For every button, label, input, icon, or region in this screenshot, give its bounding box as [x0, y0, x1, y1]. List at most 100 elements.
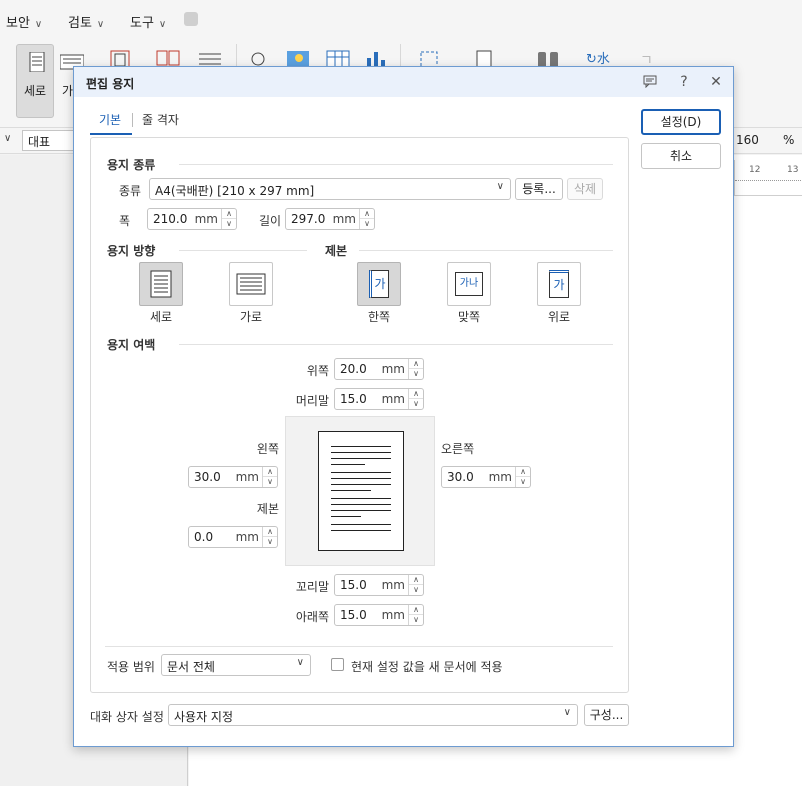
margin-top-value: 20.0: [340, 362, 367, 376]
paper-preview-icon: [318, 431, 404, 551]
spin-up-icon[interactable]: ∧: [409, 359, 423, 369]
spin-up-icon[interactable]: ∧: [222, 209, 236, 219]
comment-icon[interactable]: [640, 72, 660, 92]
apply-to-new-doc-label: 현재 설정 값을 새 문서에 적용: [351, 660, 503, 674]
portrait-page-icon: [150, 270, 172, 298]
text-line: [331, 498, 391, 499]
ribbon-portrait-label: 세로: [24, 84, 47, 98]
spin-down-icon[interactable]: ∨: [409, 399, 423, 409]
tab-basic[interactable]: 기본: [99, 111, 121, 128]
spin-down-icon[interactable]: ∨: [409, 369, 423, 379]
spin-down-icon[interactable]: ∨: [263, 537, 277, 547]
apply-to-new-doc-checkbox[interactable]: [331, 658, 344, 671]
apply-range-value: 문서 전체: [167, 660, 215, 674]
binding-top-icon: 가: [549, 270, 569, 298]
apply-range-select[interactable]: 문서 전체 ∨: [161, 654, 311, 676]
menu-security[interactable]: 보안 ∨: [6, 12, 42, 31]
spin-up-icon[interactable]: ∧: [263, 527, 277, 537]
style-select[interactable]: 대표: [22, 130, 78, 151]
binding-top-option[interactable]: 가: [537, 262, 581, 306]
spin-down-icon[interactable]: ∨: [409, 615, 423, 625]
margin-left-value: 30.0: [194, 470, 221, 484]
length-label: 길이: [259, 214, 282, 228]
spin-arrows: ∧ ∨: [515, 467, 530, 487]
margin-right-spinbox[interactable]: 30.0 mm ∧ ∨: [441, 466, 531, 488]
spin-up-icon[interactable]: ∧: [409, 575, 423, 585]
text-line: [331, 524, 391, 525]
binding-section-title: 제본: [325, 244, 348, 258]
width-value: 210.0: [153, 212, 188, 226]
text-line: [331, 472, 391, 473]
register-button[interactable]: 등록...: [515, 178, 563, 200]
spin-up-icon[interactable]: ∧: [409, 389, 423, 399]
dialog-titlebar[interactable]: 편집 용지 ? ✕: [74, 67, 733, 97]
menu-review[interactable]: 검토 ∨: [68, 12, 104, 31]
help-icon[interactable]: ?: [674, 72, 694, 92]
close-icon[interactable]: ✕: [706, 72, 726, 92]
margin-left-label: 왼쪽: [256, 442, 279, 456]
margin-gutter-spinbox[interactable]: 0.0 mm ∧ ∨: [188, 526, 278, 548]
tab-line-grid[interactable]: 줄 격자: [142, 111, 179, 128]
hanja-convert-icon[interactable]: ↻水: [586, 48, 610, 67]
text-line: [331, 452, 391, 453]
menu-tools[interactable]: 도구 ∨: [130, 12, 166, 31]
spin-up-icon[interactable]: ∧: [516, 467, 530, 477]
margin-footer-value: 15.0: [340, 578, 367, 592]
apply-range-label: 적용 범위: [107, 660, 155, 674]
section-divider: [105, 646, 613, 647]
text-line: [331, 490, 371, 491]
chevron-down-icon: ∨: [96, 19, 105, 30]
text-line: [331, 478, 391, 479]
dialog-title: 편집 용지: [86, 77, 135, 91]
text-line: [331, 516, 361, 517]
spin-arrows: ∧ ∨: [262, 467, 277, 487]
ruler: 12 13: [734, 160, 802, 196]
menu-review-label: 검토: [68, 16, 92, 31]
spin-down-icon[interactable]: ∨: [360, 219, 374, 229]
basic-tab-panel: 용지 종류 종류 A4(국배판) [210 x 297 mm] ∨ 등록... …: [90, 137, 629, 693]
margin-preview: [285, 416, 435, 566]
margin-gutter-label: 제본: [256, 502, 279, 516]
cancel-button[interactable]: 취소: [641, 143, 721, 169]
margin-top-spinbox[interactable]: 20.0 mm ∧ ∨: [334, 358, 424, 380]
binding-one-side-label: 한쪽: [367, 310, 391, 324]
section-divider: [179, 344, 613, 345]
text-line: [331, 484, 391, 485]
margin-bottom-spinbox[interactable]: 15.0 mm ∧ ∨: [334, 604, 424, 626]
text-line: [331, 464, 365, 465]
binding-facing-option[interactable]: 가나: [447, 262, 491, 306]
margin-unit: mm: [381, 578, 405, 592]
spin-arrows: ∧ ∨: [408, 575, 423, 595]
zoom-value[interactable]: 160: [736, 133, 759, 147]
dialog-settings-select[interactable]: 사용자 지정 ∨: [168, 704, 578, 726]
text-line: [331, 504, 391, 505]
spin-down-icon[interactable]: ∨: [516, 477, 530, 487]
chevron-down-icon: ∨: [34, 19, 43, 30]
width-spinbox[interactable]: 210.0 mm ∧ ∨: [147, 208, 237, 230]
paper-kind-select[interactable]: A4(국배판) [210 x 297 mm] ∨: [149, 178, 511, 200]
spin-up-icon[interactable]: ∧: [263, 467, 277, 477]
ok-button[interactable]: 설정(D): [641, 109, 721, 135]
spin-up-icon[interactable]: ∧: [409, 605, 423, 615]
spin-down-icon[interactable]: ∨: [263, 477, 277, 487]
text-line: [331, 510, 391, 511]
length-spinbox[interactable]: 297.0 mm ∧ ∨: [285, 208, 375, 230]
spin-down-icon[interactable]: ∨: [409, 585, 423, 595]
chevron-down-icon[interactable]: ∨: [4, 133, 11, 144]
tab-separator: [132, 113, 133, 127]
spin-up-icon[interactable]: ∧: [360, 209, 374, 219]
margin-footer-spinbox[interactable]: 15.0 mm ∧ ∨: [334, 574, 424, 596]
binding-one-side-option[interactable]: 가: [357, 262, 401, 306]
margins-section-title: 용지 여백: [107, 338, 156, 352]
orientation-landscape-option[interactable]: [229, 262, 273, 306]
spin-down-icon[interactable]: ∨: [222, 219, 236, 229]
configure-button[interactable]: 구성...: [584, 704, 629, 726]
margin-left-spinbox[interactable]: 30.0 mm ∧ ∨: [188, 466, 278, 488]
margin-header-spinbox[interactable]: 15.0 mm ∧ ∨: [334, 388, 424, 410]
margin-unit: mm: [381, 608, 405, 622]
orientation-portrait-option[interactable]: [139, 262, 183, 306]
margin-bottom-label: 아래쪽: [295, 610, 329, 624]
shapes-icon[interactable]: [184, 12, 198, 26]
delete-button[interactable]: 삭제: [567, 178, 603, 200]
menu-security-label: 보안: [6, 16, 30, 31]
